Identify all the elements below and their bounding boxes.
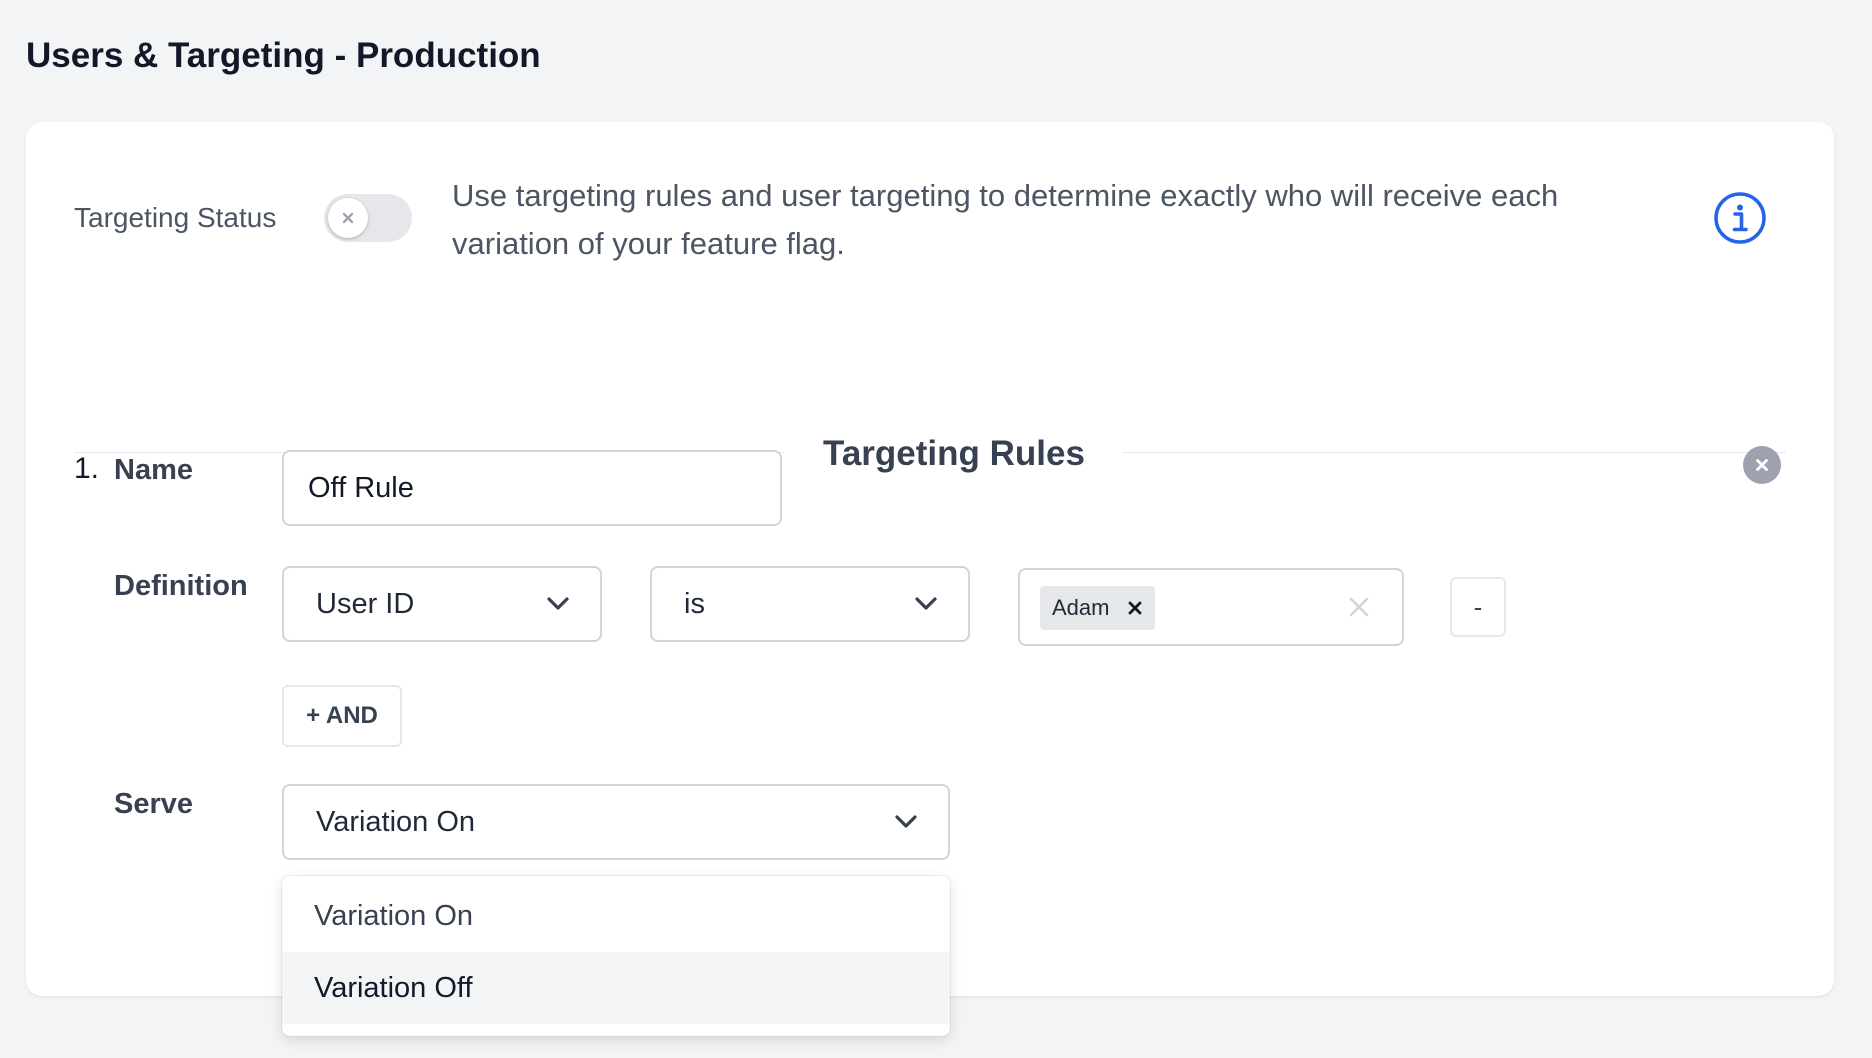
serve-option-variation-off[interactable]: Variation Off <box>282 952 950 1024</box>
serve-label: Serve <box>114 788 194 820</box>
targeting-status-toggle[interactable] <box>324 194 412 242</box>
attribute-select-value: User ID <box>316 587 415 620</box>
targeting-status-label: Targeting Status <box>74 202 277 233</box>
toggle-knob <box>328 198 368 238</box>
serve-select-value: Variation On <box>316 805 476 838</box>
targeting-rules-heading: Targeting Rules <box>823 434 1085 473</box>
serve-option-variation-on[interactable]: Variation On <box>282 880 950 952</box>
targeting-card: Targeting Status Use targeting rules and… <box>26 122 1834 996</box>
targeting-description: Use targeting rules and user targeting t… <box>452 178 1559 261</box>
info-circle-icon[interactable] <box>1713 191 1767 245</box>
chevron-down-icon <box>915 597 937 610</box>
operator-select-value: is <box>684 587 705 620</box>
definition-label: Definition <box>114 570 248 602</box>
value-tag: Adam <box>1040 586 1156 630</box>
rule-name-label: Name <box>114 454 193 486</box>
value-tag-label: Adam <box>1052 595 1110 620</box>
attribute-select[interactable]: User ID <box>282 566 602 642</box>
close-circle-icon <box>1756 459 1768 471</box>
rule-name-input[interactable] <box>282 450 782 526</box>
remove-rule-button[interactable] <box>1743 446 1781 484</box>
divider-line <box>1122 452 1786 453</box>
remove-condition-button[interactable]: - <box>1450 577 1506 637</box>
serve-options-menu: Variation On Variation Off <box>282 876 950 1036</box>
values-multi-select[interactable]: Adam <box>1018 568 1404 646</box>
rule-number: 1. <box>74 452 100 485</box>
page-title: Users & Targeting - Production <box>26 36 541 75</box>
serve-select[interactable]: Variation On <box>282 784 950 860</box>
chevron-down-icon <box>547 597 569 610</box>
chevron-down-icon <box>895 815 917 828</box>
close-icon <box>342 212 354 224</box>
operator-select[interactable]: is <box>650 566 970 642</box>
add-and-condition-button[interactable]: + AND <box>282 685 402 747</box>
tag-remove-icon[interactable] <box>1127 600 1143 616</box>
clear-values-icon[interactable] <box>1347 595 1371 619</box>
